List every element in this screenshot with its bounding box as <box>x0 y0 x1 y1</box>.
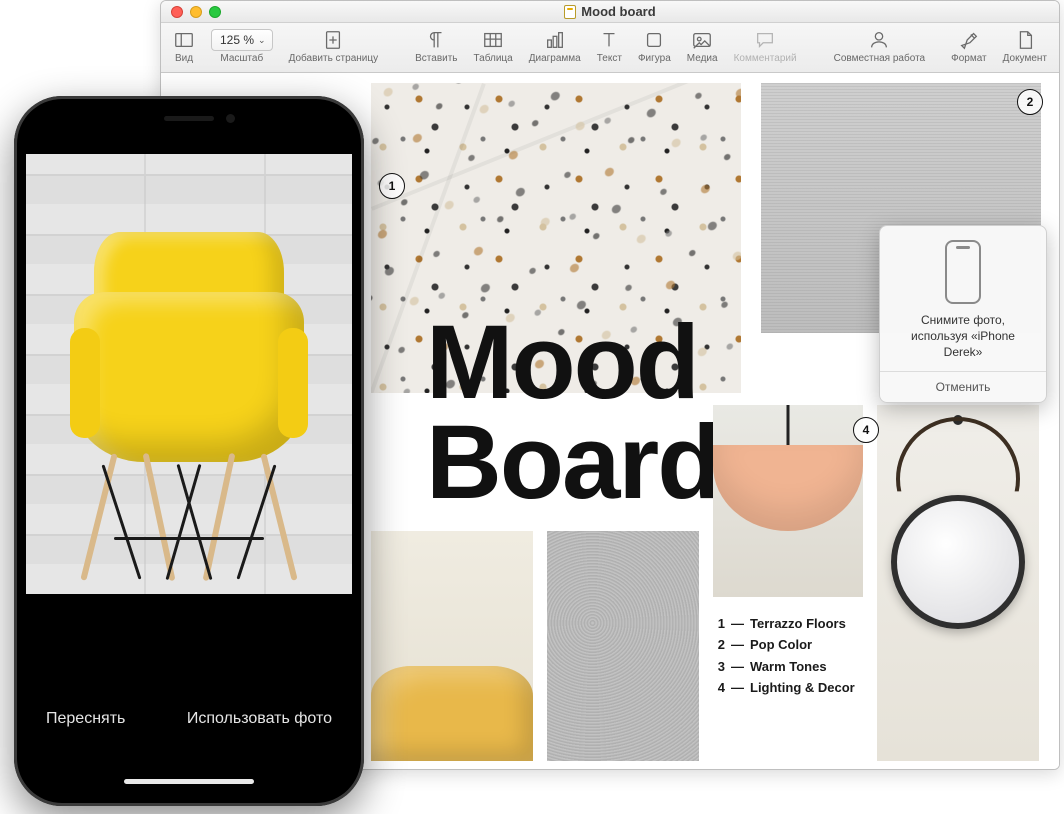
callout-2[interactable]: 2 <box>1017 89 1043 115</box>
popover-message: Снимите фото, используя «iPhone Derek» <box>880 312 1046 371</box>
camera-bottom-bar: Переснять Использовать фото <box>26 674 352 794</box>
image-sofa[interactable] <box>371 531 533 761</box>
window-title: Mood board <box>161 4 1059 19</box>
document-title[interactable]: Mood Board. <box>426 313 747 513</box>
text-button[interactable]: Текст <box>591 25 628 64</box>
collaborate-button[interactable]: Совместная работа <box>828 25 932 64</box>
legend-item: 3 — Warm Tones <box>713 656 855 677</box>
paragraph-icon <box>425 27 447 53</box>
shape-icon <box>643 27 665 53</box>
titlebar: Mood board <box>161 1 1059 23</box>
table-button[interactable]: Таблица <box>468 25 519 64</box>
window-controls <box>161 6 221 18</box>
window-title-text: Mood board <box>581 4 655 19</box>
image-fur[interactable] <box>547 531 699 761</box>
chart-button[interactable]: Диаграмма <box>523 25 587 64</box>
image-lamp[interactable] <box>713 405 863 597</box>
image-mirror[interactable] <box>877 405 1039 761</box>
iphone-notch <box>109 108 269 134</box>
close-window-button[interactable] <box>171 6 183 18</box>
toolbar: Вид 125 % ⌄ Масштаб Добавить страницу Вс… <box>161 23 1059 73</box>
home-indicator[interactable] <box>124 779 254 784</box>
comment-button: Комментарий <box>728 25 803 64</box>
document-panel-icon <box>1014 27 1036 53</box>
zoom-window-button[interactable] <box>209 6 221 18</box>
preview-subject-chair <box>74 232 304 572</box>
comment-icon <box>754 27 776 53</box>
retake-button[interactable]: Переснять <box>46 710 125 728</box>
iphone-device: Переснять Использовать фото <box>14 96 364 806</box>
popover-cancel-button[interactable]: Отменить <box>880 371 1046 402</box>
minimize-window-button[interactable] <box>190 6 202 18</box>
zoom-control[interactable]: 125 % ⌄ Масштаб <box>205 25 279 64</box>
document-button[interactable]: Документ <box>997 25 1053 64</box>
callout-1[interactable]: 1 <box>379 173 405 199</box>
legend-item: 1 — Terrazzo Floors <box>713 613 855 634</box>
format-icon <box>958 27 980 53</box>
document-icon <box>564 5 576 19</box>
insert-button[interactable]: Вставить <box>409 25 463 64</box>
media-button[interactable]: Медиа <box>681 25 724 64</box>
use-photo-button[interactable]: Использовать фото <box>187 710 332 728</box>
view-icon <box>173 27 195 53</box>
iphone-screen: Переснять Использовать фото <box>26 108 352 794</box>
callout-4[interactable]: 4 <box>853 417 879 443</box>
add-page-icon <box>322 27 344 53</box>
text-icon <box>598 27 620 53</box>
add-page-button[interactable]: Добавить страницу <box>283 25 385 64</box>
legend-list: 1 — Terrazzo Floors 2 — Pop Color 3 — Wa… <box>713 613 855 699</box>
camera-preview[interactable] <box>26 154 352 594</box>
legend-item: 2 — Pop Color <box>713 634 855 655</box>
chart-icon <box>544 27 566 53</box>
legend-item: 4 — Lighting & Decor <box>713 677 855 698</box>
format-button[interactable]: Формат <box>945 25 993 64</box>
iphone-outline-icon <box>945 240 981 304</box>
view-button[interactable]: Вид <box>167 25 201 64</box>
chevron-down-icon: ⌄ <box>258 35 266 46</box>
table-icon <box>482 27 504 53</box>
zoom-value[interactable]: 125 % ⌄ <box>211 29 273 51</box>
media-icon <box>691 27 713 53</box>
collaborate-icon <box>868 27 890 53</box>
continuity-camera-popover: Снимите фото, используя «iPhone Derek» О… <box>879 225 1047 403</box>
shape-button[interactable]: Фигура <box>632 25 677 64</box>
